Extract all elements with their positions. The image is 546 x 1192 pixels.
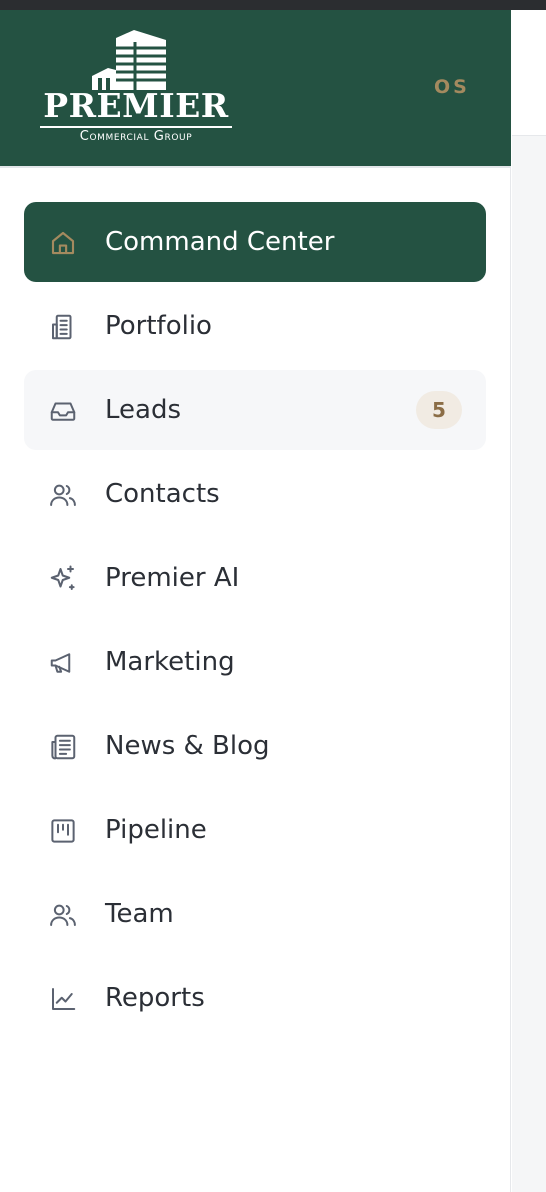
building-logo-icon [92, 30, 166, 90]
nav-label: Premier AI [105, 563, 240, 593]
nav-item-leads[interactable]: Leads 5 [24, 370, 486, 450]
main-header [512, 10, 546, 136]
nav-item-marketing[interactable]: Marketing [24, 622, 486, 702]
user-initials[interactable]: OS [434, 76, 470, 98]
nav-item-pipeline[interactable]: Pipeline [24, 790, 486, 870]
browser-top-bar [0, 0, 546, 10]
nav-label: Pipeline [105, 815, 207, 845]
nav-label: News & Blog [105, 731, 270, 761]
building-icon [48, 312, 78, 342]
nav-item-portfolio[interactable]: Portfolio [24, 286, 486, 366]
home-icon [48, 228, 78, 258]
premier-logo[interactable]: Premier Commercial Group [38, 30, 234, 150]
leads-count-badge: 5 [416, 391, 462, 429]
nav-item-news-blog[interactable]: News & Blog [24, 706, 486, 786]
megaphone-icon [48, 648, 78, 678]
main-content [512, 10, 546, 1192]
nav-item-team[interactable]: Team [24, 874, 486, 954]
nav-label: Portfolio [105, 311, 212, 341]
sidebar: Premier Commercial Group OS Command Cent… [0, 10, 511, 1192]
users-icon [48, 900, 78, 930]
kanban-icon [48, 816, 78, 846]
nav-label: Command Center [105, 227, 335, 257]
nav-label: Contacts [105, 479, 220, 509]
nav-label: Marketing [105, 647, 235, 677]
users-icon [48, 480, 78, 510]
brand-subtitle: Commercial Group [79, 129, 193, 144]
nav-item-contacts[interactable]: Contacts [24, 454, 486, 534]
nav-item-command-center[interactable]: Command Center [24, 202, 486, 282]
nav-label: Reports [105, 983, 205, 1013]
sparkles-icon [48, 564, 78, 594]
logo-divider [40, 126, 232, 128]
line-chart-icon [48, 984, 78, 1014]
brand-name: Premier [43, 86, 229, 125]
nav-item-reports[interactable]: Reports [24, 958, 486, 1038]
newspaper-icon [48, 732, 78, 762]
nav-label: Leads [105, 395, 182, 425]
inbox-icon [48, 396, 78, 426]
nav-label: Team [105, 899, 174, 929]
nav-item-premier-ai[interactable]: Premier AI [24, 538, 486, 618]
sidebar-nav: Command Center Portfolio Leads 5 Contact… [24, 202, 486, 1042]
sidebar-header: Premier Commercial Group OS [0, 10, 511, 168]
